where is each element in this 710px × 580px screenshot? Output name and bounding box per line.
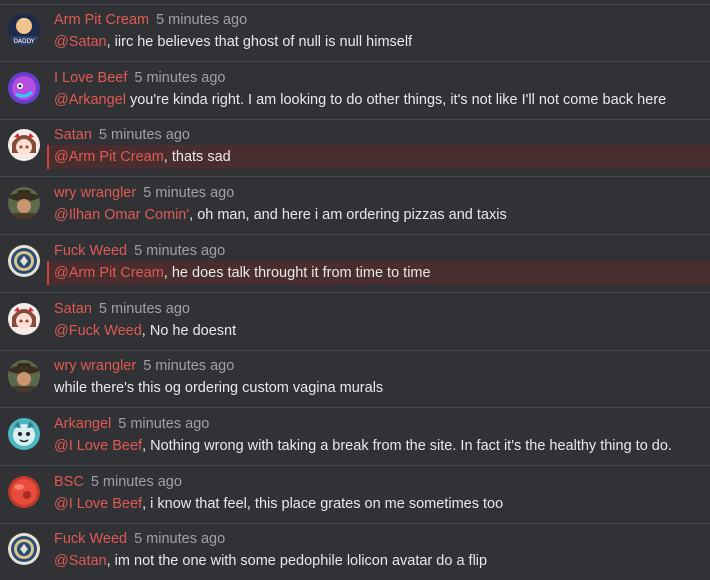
user-mention[interactable]: @Arkangel [54,92,126,108]
daddy-avatar-icon[interactable]: DADDY [8,14,40,46]
message-text: , im not the one with some pedophile lol… [106,553,488,570]
author-name[interactable]: Satan [54,301,92,317]
message-timestamp: 5 minutes ago [156,12,248,28]
message-item: Satan 5 minutes ago @Fuck Weed, No he does… [0,294,710,351]
user-mention[interactable]: @Fuck Weed [54,323,142,339]
message-text: , oh man, and here i am ordering pizzas … [189,207,507,224]
message-item: Arkangel 5 minutes ago @I Love Beef, Nothi… [0,409,710,466]
message-body: @Arkangel you're kinda right. I am looki… [54,92,666,108]
message-body: @Arm Pit Cream, he does talk throught it… [54,265,431,281]
red-ball-avatar-icon[interactable] [8,475,40,508]
message-timestamp: 5 minutes ago [98,127,190,144]
message-text: , he does talk throught it from time to … [163,264,431,281]
cowboy-avatar-icon[interactable] [8,187,40,220]
user-mention[interactable]: @I Love Beef [54,438,142,454]
user-mention[interactable]: @Arm Pit Cream [54,265,164,281]
message-text: , iirc he believes that ghost of null is… [106,34,413,50]
user-mention[interactable]: @Satan [54,34,107,50]
message-timestamp: 5 minutes ago [134,531,226,548]
message-timestamp: 5 minutes ago [90,473,182,490]
author-name[interactable]: I Love Beef [54,70,127,86]
user-mention[interactable]: @Arm Pit Cream [54,149,164,165]
author-name[interactable]: BSC [54,474,84,490]
message-text: , No he doesnt [141,322,237,339]
message-body: @Fuck Weed, No he doesnt [54,323,236,339]
author-name[interactable]: wry wrangler [54,185,136,201]
author-name[interactable]: Fuck Weed [54,531,127,547]
message-body: @Satan, iirc he believes that ghost of n… [54,34,412,50]
message-timestamp: 5 minutes ago [118,415,210,432]
message-body: @I Love Beef, Nothing wrong with taking … [54,438,672,454]
message-body: @Satan, im not the one with some pedophi… [54,553,487,569]
author-name[interactable]: wry wrangler [54,358,136,374]
message-item: DADDY Arm Pit Cream 5 minutes ago @Satan, i… [0,5,710,62]
message-item: wry wrangler 5 minutes ago @Ilhan Omar Com… [0,178,710,236]
seal-avatar-icon[interactable] [8,533,40,566]
svg-text:DADDY: DADDY [13,38,35,45]
author-name[interactable]: Arm Pit Cream [54,12,149,28]
teal-creature-avatar-icon[interactable] [8,417,40,450]
author-name[interactable]: Arkangel [54,416,111,432]
message-body: @Arm Pit Cream, thats sad [54,149,231,165]
message-body: while there's this og ordering custom va… [54,380,383,396]
message-text: you're kinda right. I am looking to do o… [125,91,667,108]
message-timestamp: 5 minutes ago [134,69,226,86]
message-text: , thats sad [163,149,231,166]
purple-creature-avatar-icon[interactable] [8,71,40,104]
message-text: , Nothing wrong with taking a break from… [142,437,672,454]
message-text: while there's this og ordering custom va… [54,380,384,397]
author-name[interactable]: Fuck Weed [54,243,127,259]
user-mention[interactable]: @Ilhan Omar Comin' [54,207,189,223]
message-timestamp: 5 minutes ago [98,300,190,317]
message-timestamp: 5 minutes ago [143,358,235,375]
message-item: Fuck Weed 5 minutes ago @Satan, im not the… [0,524,710,580]
message-timestamp: 5 minutes ago [134,242,226,259]
cowboy-avatar-icon[interactable] [8,360,40,393]
seal-avatar-icon[interactable] [8,244,40,277]
message-body: @Ilhan Omar Comin', oh man, and here i a… [54,207,507,223]
anime-girl-avatar-icon[interactable] [8,129,40,162]
message-timestamp: 5 minutes ago [143,185,235,202]
message-item: BSC 5 minutes ago @I Love Beef, i know tha… [0,467,710,524]
message-body: @I Love Beef, i know that feel, this pla… [54,496,503,512]
chat-feed: DADDY Arm Pit Cream 5 minutes ago @Satan, i… [0,0,710,580]
message-item: wry wrangler 5 minutes ago while there's t… [0,351,710,409]
message-item: Fuck Weed 5 minutes ago @Arm Pit Cream, he… [0,236,710,293]
message-text: , i know that feel, this place grates on… [142,495,504,512]
author-name[interactable]: Satan [54,127,92,143]
message-item: I Love Beef 5 minutes ago @Arkangel you're… [0,63,710,120]
anime-girl-avatar-icon[interactable] [8,302,40,335]
user-mention[interactable]: @Satan [54,553,107,569]
user-mention[interactable]: @I Love Beef [54,496,142,512]
message-item: Satan 5 minutes ago @Arm Pit Cream, thats … [0,120,710,178]
